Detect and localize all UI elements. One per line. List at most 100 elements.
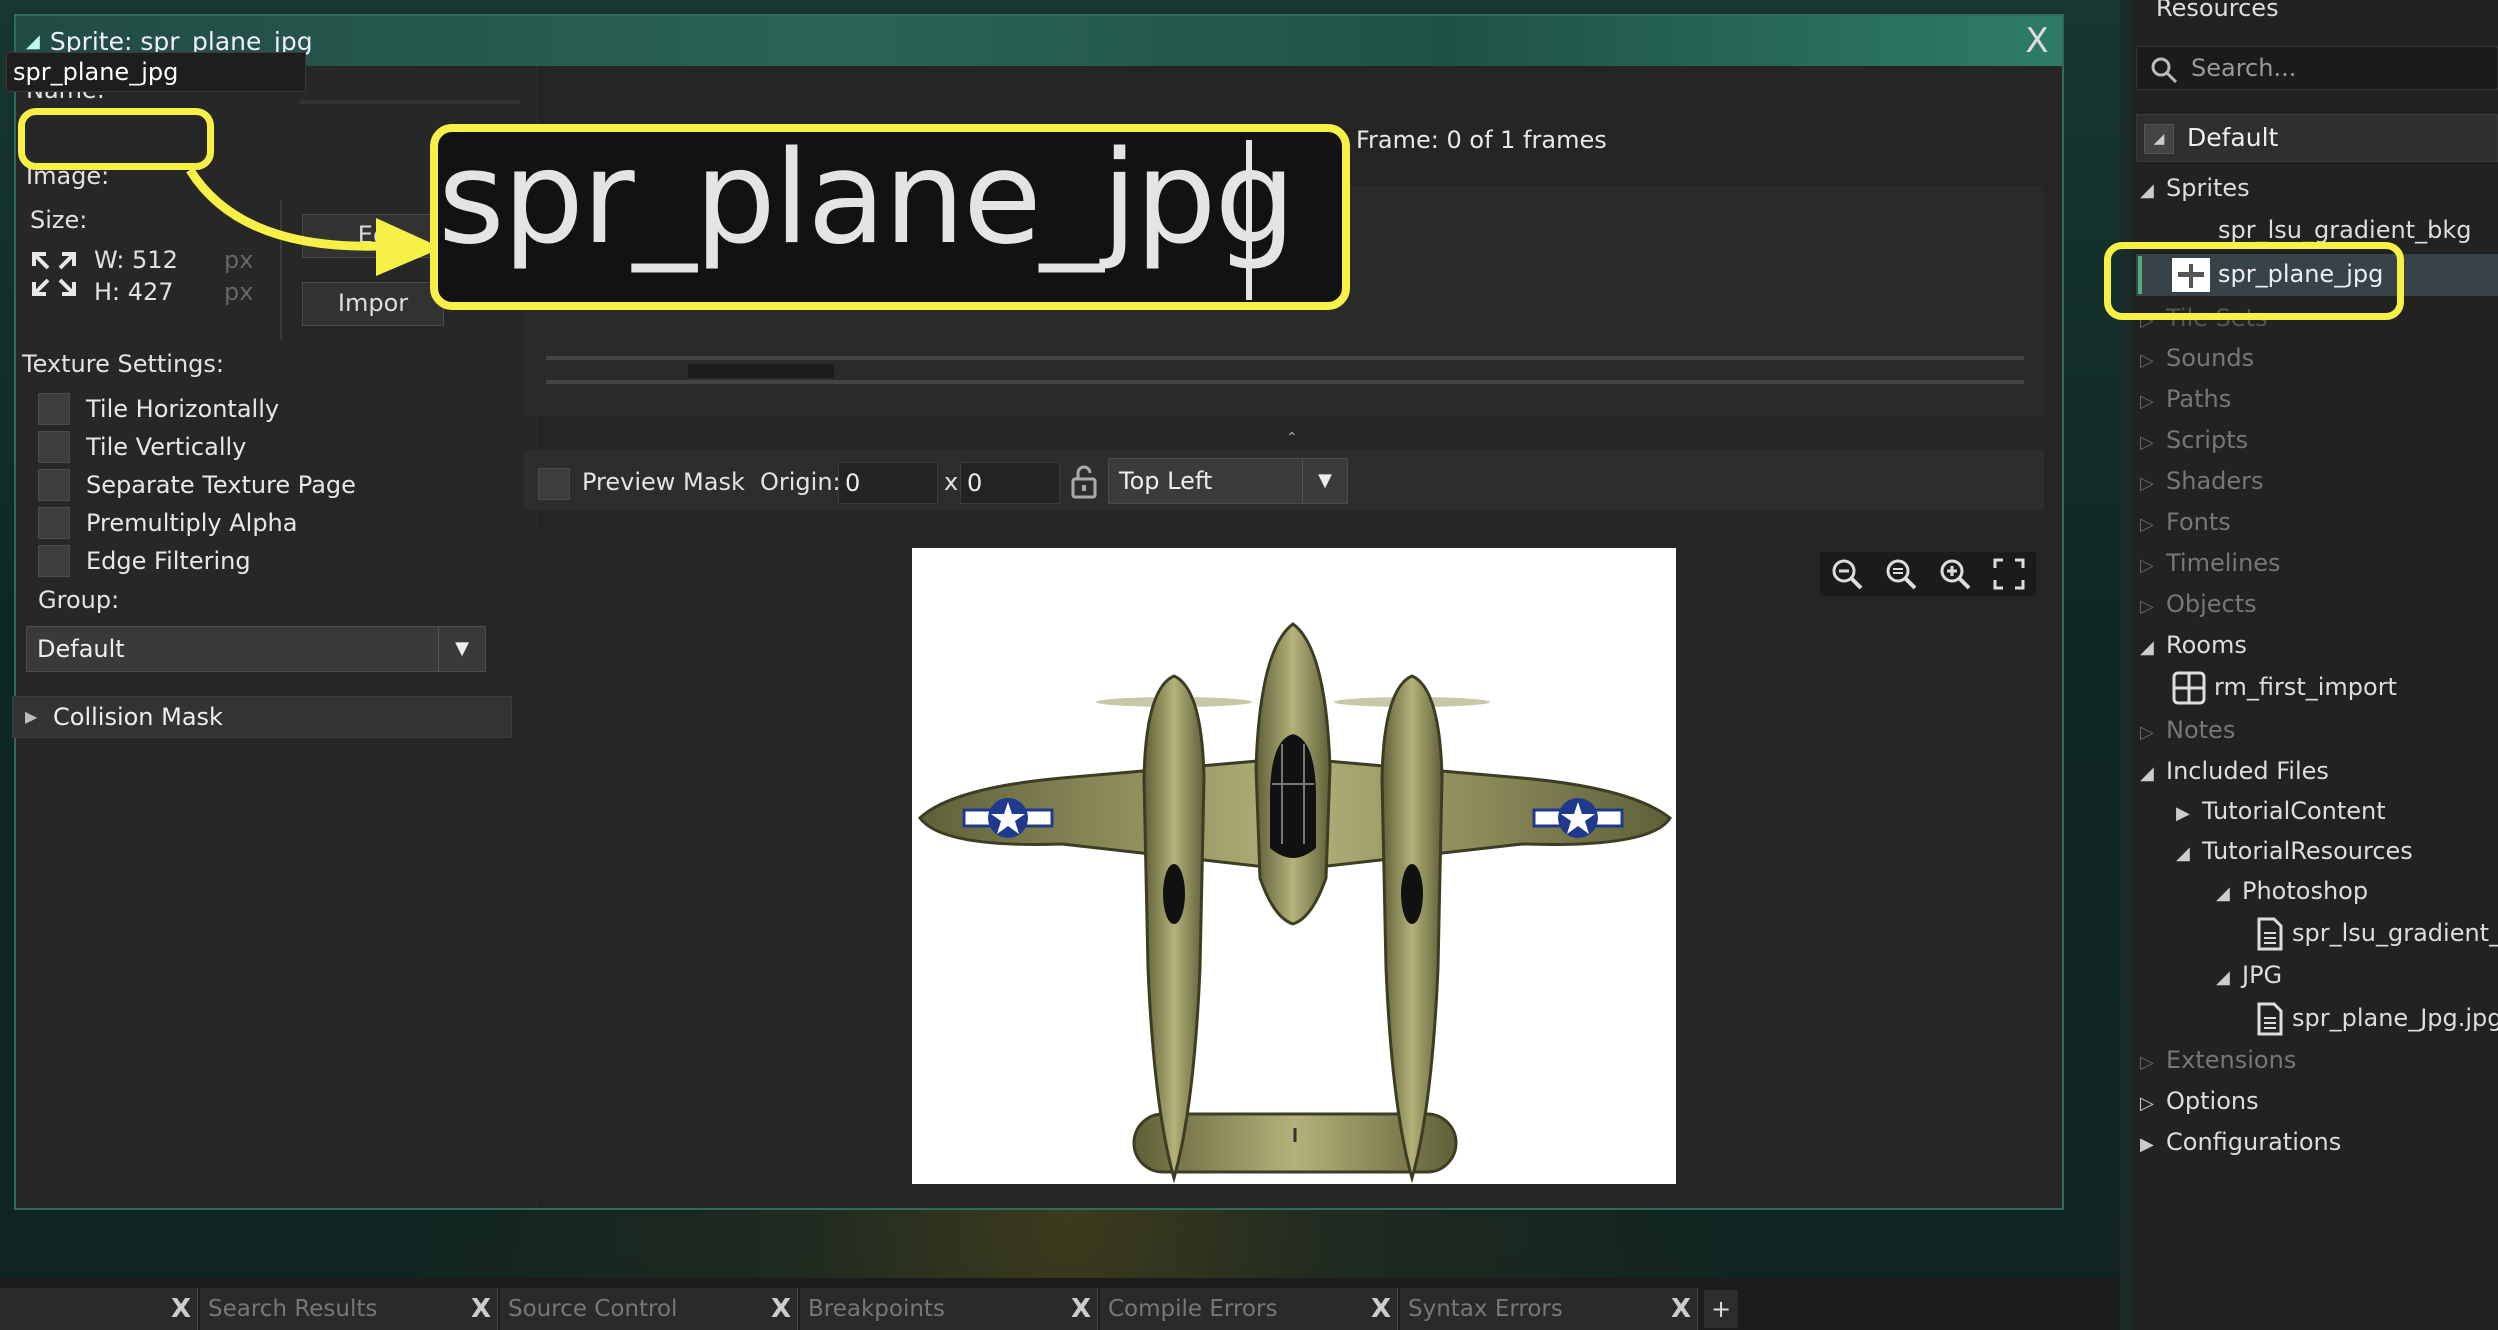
collapsed-triangle-icon[interactable]: ▷ <box>2140 587 2166 627</box>
collapsed-triangle-icon[interactable]: ▷ <box>2140 1084 2166 1124</box>
chevron-down-icon[interactable]: ▼ <box>1302 459 1347 503</box>
plane-illustration <box>918 622 1672 1184</box>
tab-breakpoints[interactable]: Breakpoints X <box>800 1288 1098 1330</box>
tree-options[interactable]: ▷ Options <box>2140 1081 2259 1121</box>
window-grip-icon[interactable]: ◢ <box>26 31 40 52</box>
expanded-triangle-icon[interactable]: ◢ <box>2216 958 2242 998</box>
close-tab-icon[interactable]: X <box>771 1288 791 1330</box>
tree-configurations[interactable]: ▶ Configurations <box>2140 1122 2341 1162</box>
tree-notes[interactable]: ▷ Notes <box>2140 710 2235 750</box>
tree-room-first-import[interactable]: rm_first_import <box>2172 667 2397 707</box>
splitter-handle-icon[interactable]: ⌃ <box>1286 430 1298 446</box>
expanded-triangle-icon[interactable]: ◢ <box>2216 874 2242 914</box>
tab-output[interactable]: X <box>0 1288 198 1330</box>
tree-psd-file[interactable]: spr_lsu_gradient_b <box>2256 913 2498 953</box>
chevron-down-icon[interactable]: ▼ <box>438 627 485 671</box>
collapsed-triangle-icon[interactable]: ▷ <box>2140 341 2166 381</box>
checkbox[interactable] <box>38 545 70 577</box>
expanded-triangle-icon[interactable]: ◢ <box>2140 754 2166 794</box>
collapsed-triangle-icon[interactable]: ▷ <box>2140 423 2166 463</box>
collapsed-triangle-icon[interactable]: ▶ <box>2176 794 2202 834</box>
tree-rooms[interactable]: ◢ Rooms <box>2140 625 2247 665</box>
zoom-toolbar <box>1820 552 2036 596</box>
tree-shaders[interactable]: ▷ Shaders <box>2140 461 2264 501</box>
collapsed-triangle-icon[interactable]: ▶ <box>2140 1125 2166 1165</box>
tree-scripts[interactable]: ▷ Scripts <box>2140 420 2248 460</box>
tab-syntax-errors[interactable]: Syntax Errors X <box>1400 1288 1698 1330</box>
expanded-triangle-icon[interactable]: ◢ <box>2176 834 2202 874</box>
origin-preset-select[interactable]: Top Left ▼ <box>1108 458 1348 504</box>
timeline-scroll-thumb[interactable] <box>688 364 834 378</box>
tree-timelines[interactable]: ▷ Timelines <box>2140 543 2281 583</box>
zoomed-name-callout: spr_plane_jpg <box>430 124 1350 310</box>
room-icon <box>2172 671 2206 705</box>
collapsed-triangle-icon[interactable]: ▷ <box>2140 1043 2166 1083</box>
zoom-reset-icon[interactable] <box>1882 555 1920 593</box>
origin-x-input[interactable]: 0 <box>838 462 938 504</box>
collapsed-triangle-icon[interactable]: ▷ <box>2140 382 2166 422</box>
height-value: H: 427 <box>94 278 174 306</box>
frame-counter: Frame: 0 of 1 frames <box>1356 126 1607 154</box>
tab-search-results[interactable]: Search Results X <box>200 1288 498 1330</box>
checkbox[interactable] <box>38 507 70 539</box>
panel-divider[interactable] <box>2120 0 2134 1330</box>
collapsed-triangle-icon[interactable]: ▷ <box>2140 464 2166 504</box>
tree-included-files[interactable]: ◢ Included Files <box>2140 751 2329 791</box>
timeline-track <box>546 380 2024 384</box>
preview-mask-label: Preview Mask <box>582 468 745 496</box>
check-tile-horizontally[interactable]: Tile Horizontally <box>38 390 356 428</box>
origin-y-input[interactable]: 0 <box>960 462 1060 504</box>
expand-arrow-icon[interactable]: ▶ <box>25 697 37 737</box>
close-window-button[interactable]: X <box>2020 24 2054 58</box>
checkbox[interactable] <box>38 431 70 463</box>
tree-sprites[interactable]: ◢ Sprites <box>2140 168 2250 208</box>
tree-jpg-file[interactable]: spr_plane_Jpg.jpg <box>2256 998 2498 1038</box>
expanded-triangle-icon[interactable]: ◢ <box>2140 628 2166 668</box>
close-tab-icon[interactable]: X <box>471 1288 491 1330</box>
tree-fonts[interactable]: ▷ Fonts <box>2140 502 2231 542</box>
tree-paths[interactable]: ▷ Paths <box>2140 379 2231 419</box>
view-menu-icon[interactable]: ◢ <box>2144 124 2174 154</box>
expanded-triangle-icon[interactable]: ◢ <box>2140 171 2166 211</box>
close-tab-icon[interactable]: X <box>1071 1288 1091 1330</box>
tab-source-control[interactable]: Source Control X <box>500 1288 798 1330</box>
tree-sounds[interactable]: ▷ Sounds <box>2140 338 2254 378</box>
tab-compile-errors[interactable]: Compile Errors X <box>1100 1288 1398 1330</box>
check-tile-vertically[interactable]: Tile Vertically <box>38 428 356 466</box>
collision-mask-label: Collision Mask <box>53 703 223 731</box>
check-edge-filtering[interactable]: Edge Filtering <box>38 542 356 580</box>
resize-icon[interactable] <box>30 250 78 298</box>
preview-mask-checkbox[interactable] <box>538 468 570 500</box>
tree-tutorial-resources[interactable]: ◢ TutorialResources <box>2176 831 2413 871</box>
zoom-in-icon[interactable] <box>1936 555 1974 593</box>
close-tab-icon[interactable]: X <box>171 1288 191 1330</box>
title-bar[interactable]: ◢ Sprite: spr_plane_jpg <box>16 16 2062 66</box>
search-icon <box>2150 56 2178 84</box>
tree-extensions[interactable]: ▷ Extensions <box>2140 1040 2296 1080</box>
tree-photoshop[interactable]: ◢ Photoshop <box>2216 871 2368 911</box>
check-separate-texture-page[interactable]: Separate Texture Page <box>38 466 356 504</box>
tree-tutorial-content[interactable]: ▶ TutorialContent <box>2176 791 2386 831</box>
checkbox[interactable] <box>38 393 70 425</box>
tree-objects[interactable]: ▷ Objects <box>2140 584 2257 624</box>
close-tab-icon[interactable]: X <box>1371 1288 1391 1330</box>
checkbox[interactable] <box>38 469 70 501</box>
resources-title: Resources <box>2156 0 2279 22</box>
import-button[interactable]: Impor <box>302 282 444 326</box>
add-tab-button[interactable]: + <box>1704 1290 1738 1328</box>
check-premultiply-alpha[interactable]: Premultiply Alpha <box>38 504 356 542</box>
collapsed-triangle-icon[interactable]: ▷ <box>2140 546 2166 586</box>
default-view-selector[interactable]: Default <box>2136 114 2498 162</box>
fit-to-window-icon[interactable] <box>1990 555 2028 593</box>
resource-search-input[interactable]: Search... <box>2136 46 2498 90</box>
origin-label: Origin: <box>760 468 841 496</box>
lock-icon[interactable] <box>1068 462 1100 502</box>
tree-jpg[interactable]: ◢ JPG <box>2216 955 2282 995</box>
group-select[interactable]: Default ▼ <box>26 626 486 672</box>
close-tab-icon[interactable]: X <box>1671 1288 1691 1330</box>
sprite-name-input[interactable]: spr_plane_jpg <box>6 52 306 92</box>
collision-mask-header[interactable]: ▶ Collision Mask <box>12 696 512 738</box>
collapsed-triangle-icon[interactable]: ▷ <box>2140 505 2166 545</box>
collapsed-triangle-icon[interactable]: ▷ <box>2140 713 2166 753</box>
zoom-out-icon[interactable] <box>1828 555 1866 593</box>
